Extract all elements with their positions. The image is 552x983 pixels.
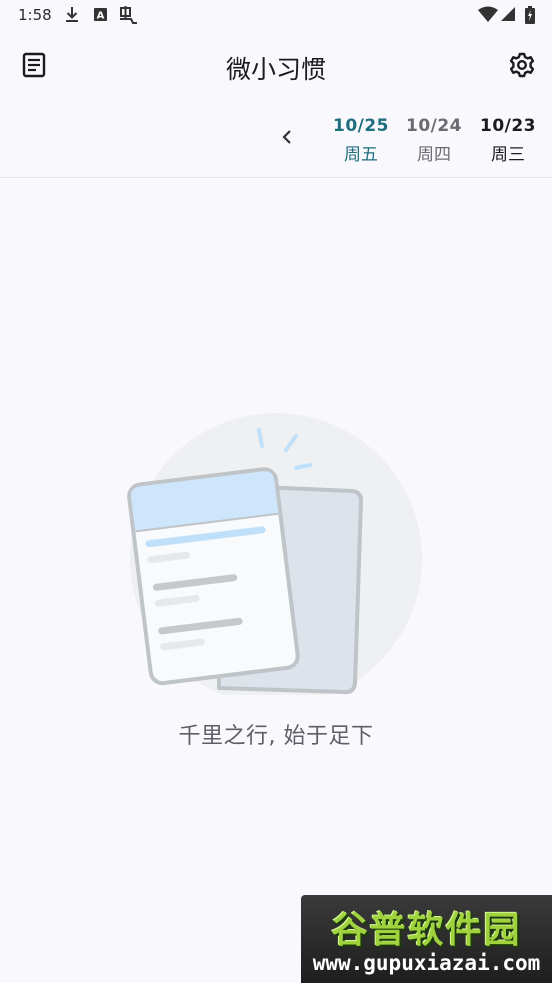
app-bar: 微小习惯 bbox=[0, 30, 552, 100]
wifi-icon bbox=[478, 6, 498, 26]
weekday-label: 周三 bbox=[491, 145, 525, 165]
bug-icon bbox=[118, 6, 138, 29]
date-label: 10/24 bbox=[405, 116, 463, 136]
chevron-left-icon[interactable] bbox=[272, 122, 302, 152]
date-item[interactable]: 10/24 周四 bbox=[399, 116, 469, 165]
signal-icon bbox=[500, 6, 516, 26]
a-box-icon: A bbox=[93, 6, 109, 28]
empty-state: 千里之行, 始于足下 bbox=[0, 400, 552, 760]
date-label: 10/23 bbox=[479, 116, 537, 136]
watermark-logo: 谷普软件园 www.gupuxiazai.com bbox=[301, 895, 552, 983]
app-title: 微小习惯 bbox=[225, 55, 326, 84]
download-icon bbox=[64, 6, 80, 28]
svg-text:A: A bbox=[97, 11, 105, 22]
date-item[interactable]: 10/23 周三 bbox=[473, 116, 543, 165]
watermark-url: www.gupuxiazai.com bbox=[312, 951, 541, 975]
date-label: 10/25 bbox=[332, 116, 390, 136]
empty-state-message: 千里之行, 始于足下 bbox=[178, 724, 374, 749]
date-item-selected[interactable]: 10/25 周五 bbox=[326, 116, 396, 165]
watermark-title: 谷普软件园 bbox=[331, 910, 522, 951]
empty-notes-illustration bbox=[126, 405, 426, 705]
weekday-label: 周四 bbox=[417, 145, 451, 165]
status-time: 1:58 bbox=[18, 6, 52, 24]
weekday-label: 周五 bbox=[344, 145, 378, 165]
status-bar: 1:58 A bbox=[0, 0, 552, 30]
date-strip: 10/25 周五 10/24 周四 10/23 周三 bbox=[0, 100, 552, 178]
battery-icon bbox=[525, 6, 535, 28]
gear-icon[interactable] bbox=[504, 47, 540, 83]
